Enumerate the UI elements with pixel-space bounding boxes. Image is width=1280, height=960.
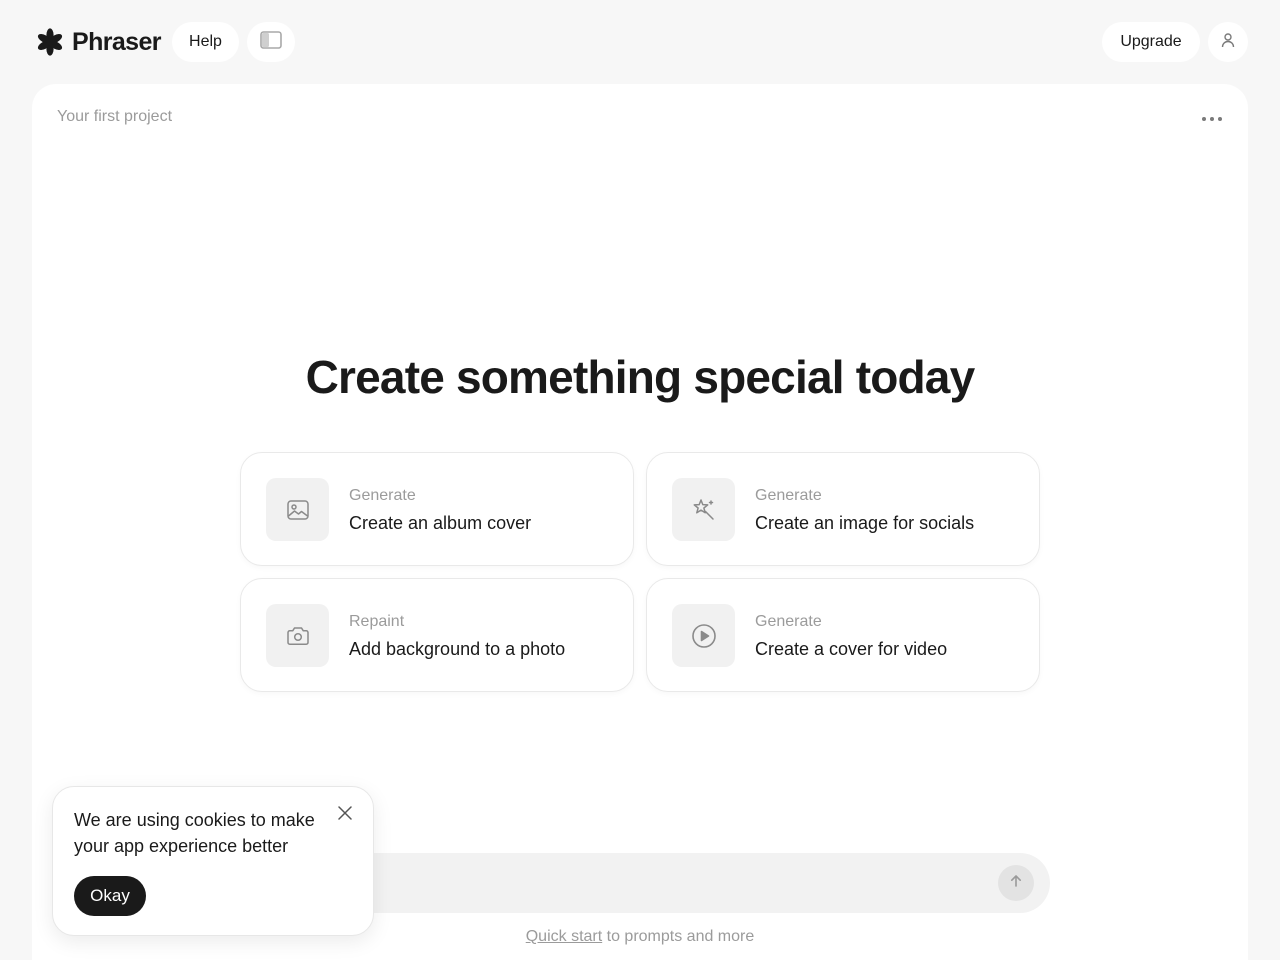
cookie-close-button[interactable] [333,803,357,827]
user-icon [1220,32,1236,53]
card-title: Add background to a photo [349,639,566,659]
suggestion-card-repaint-background[interactable]: Repaint Add background to a photo [240,578,634,692]
send-button[interactable] [998,865,1034,901]
suggestion-card-socials-image[interactable]: Generate Create an image for socials [646,452,1040,566]
card-kicker: Generate [755,487,822,504]
help-button[interactable]: Help [172,22,239,62]
play-circle-icon [672,604,735,667]
card-kicker: Generate [349,487,416,504]
card-title: Create an image for socials [755,513,975,533]
magic-wand-icon [672,478,735,541]
card-kicker: Generate [755,613,822,630]
top-bar: Phraser Help Upgrade [0,0,1280,84]
arrow-up-icon [1009,874,1023,893]
card-title: Create an album cover [349,513,532,533]
sidebar-toggle-button[interactable] [247,22,295,62]
close-icon [338,805,352,825]
suggestion-card-video-cover[interactable]: Generate Create a cover for video [646,578,1040,692]
cookie-message: We are using cookies to make your app ex… [74,810,315,856]
more-dots-icon [1202,117,1206,121]
prompt-input[interactable] [382,853,982,913]
suggestion-card-album-cover[interactable]: Generate Create an album cover [240,452,634,566]
card-title: Create a cover for video [755,639,948,659]
quickstart-link[interactable]: Quick start [526,928,602,945]
project-title[interactable]: Your first project [57,108,172,126]
camera-icon [266,604,329,667]
upgrade-button[interactable]: Upgrade [1102,22,1200,62]
app-logo[interactable]: Phraser [36,26,162,58]
project-menu-button[interactable] [1195,106,1229,132]
sidebar-toggle-icon [260,30,282,54]
card-kicker: Repaint [349,613,405,630]
asterisk-flower-icon [36,28,64,56]
prompt-bar [322,853,1050,913]
cookie-okay-button[interactable]: Okay [74,876,146,916]
cookie-banner: We are using cookies to make your app ex… [52,786,374,936]
app-name: Phraser [72,27,162,56]
profile-button[interactable] [1208,22,1248,62]
hero-title: Create something special today [305,351,976,403]
image-icon [266,478,329,541]
quickstart-suffix: to prompts and more [602,928,755,945]
